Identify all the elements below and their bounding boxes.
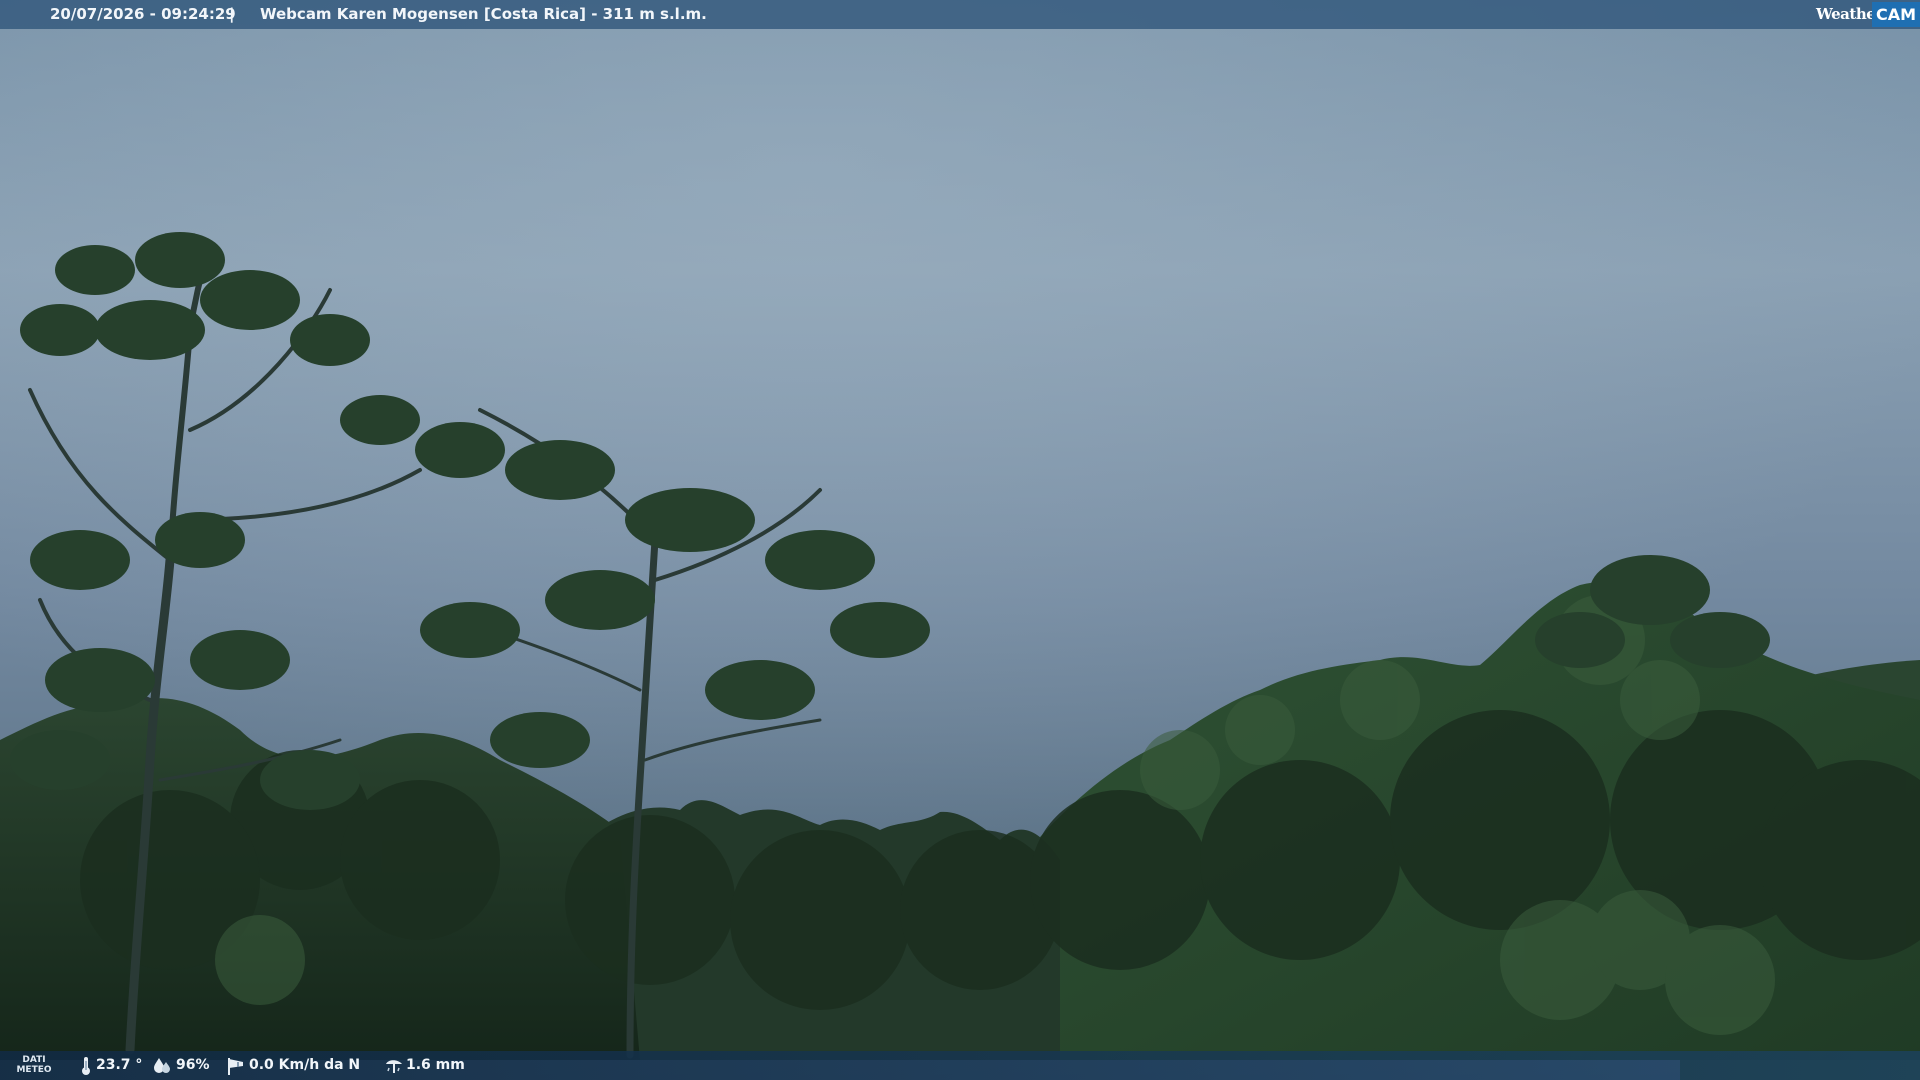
humidity-drops-icon	[154, 1058, 170, 1073]
top-info-bar: 20/07/2026 - 09:24:29 | Webcam Karen Mog…	[0, 0, 1920, 29]
meteo-bar: DATI METEO 23.7 ° 96% 0.0 Km/h da N 1.6 …	[0, 1051, 1920, 1080]
webcam-frame: 20/07/2026 - 09:24:29 | Webcam Karen Mog…	[0, 0, 1920, 1080]
temperature-value: 23.7 °	[96, 1057, 143, 1073]
webcam-image	[0, 0, 1920, 1080]
meteo-label-line1: DATI	[22, 1055, 46, 1065]
meteo-label-line2: METEO	[16, 1065, 52, 1075]
humidity-value: 96%	[176, 1057, 210, 1073]
weathercam-logo: Weather CAM	[1816, 0, 1920, 29]
wind-value: 0.0 Km/h da N	[249, 1057, 361, 1073]
timestamp: 20/07/2026 - 09:24:29	[50, 5, 236, 23]
header-separator: |	[229, 5, 235, 23]
logo-cam-text: CAM	[1871, 2, 1920, 27]
rain-gauge-icon	[386, 1060, 402, 1073]
meteo-label: DATI METEO	[14, 1055, 54, 1075]
camera-title: Webcam Karen Mogensen [Costa Rica] - 311…	[260, 5, 707, 23]
wind-sock-icon	[228, 1058, 243, 1075]
rain-value: 1.6 mm	[406, 1057, 465, 1073]
thermometer-icon	[82, 1057, 90, 1075]
